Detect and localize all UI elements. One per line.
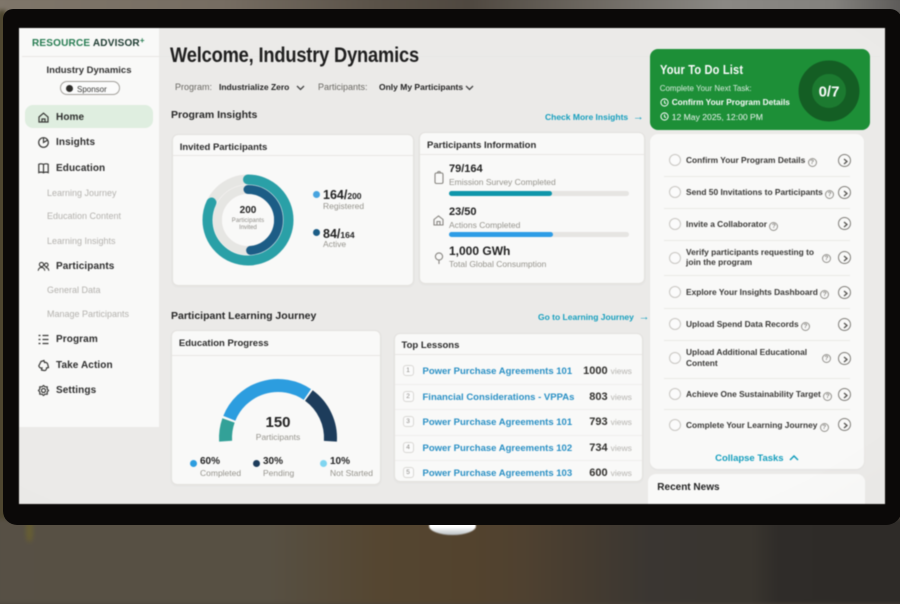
- svg-text:0/7: 0/7: [819, 83, 840, 100]
